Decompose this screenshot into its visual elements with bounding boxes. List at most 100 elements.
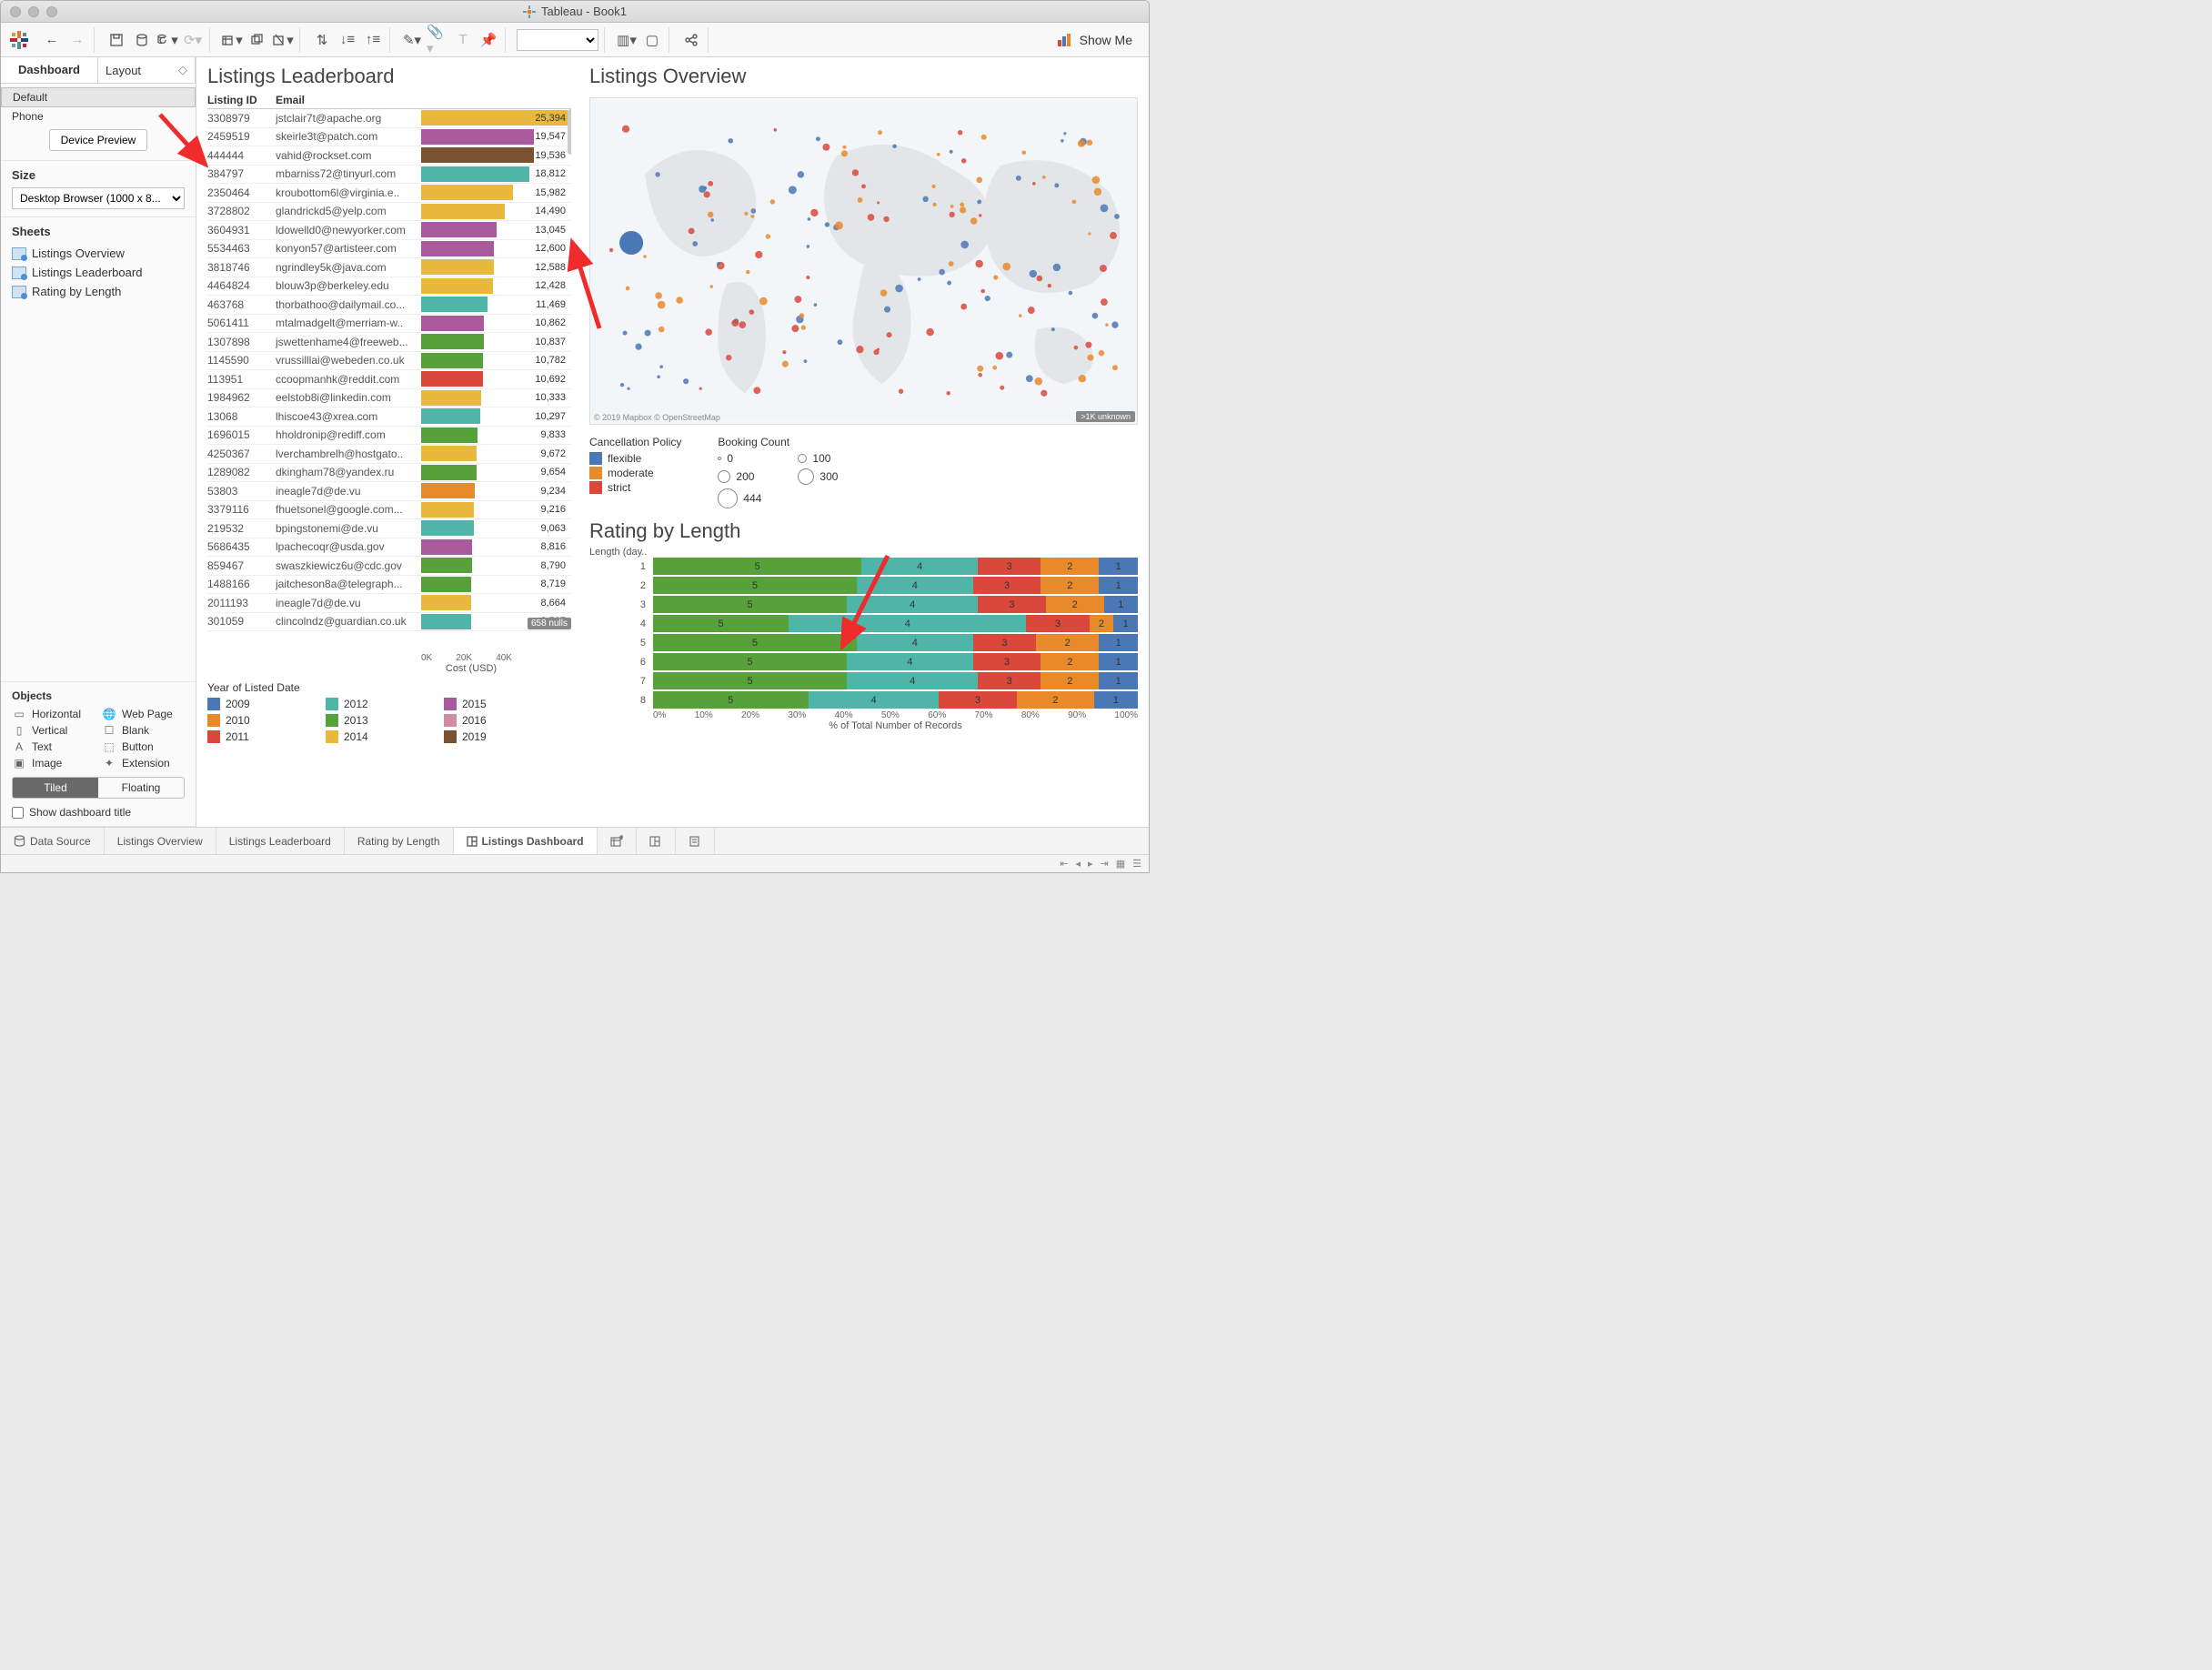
table-row[interactable]: 4250367lverchambrelh@hostgato..9,672 [207, 445, 571, 464]
table-row[interactable]: 3728802glandrickd5@yelp.com14,490 [207, 203, 571, 222]
table-row[interactable]: 301059clincolndz@guardian.co.uk8,597658 … [207, 613, 571, 632]
sheet-tab[interactable]: Rating by Length [345, 828, 454, 854]
forward-button[interactable]: → [66, 29, 88, 51]
sheet-tab[interactable]: Listings Overview [105, 828, 216, 854]
table-row[interactable]: 2459519skeirle3t@patch.com19,547 [207, 128, 571, 147]
legend-count-300[interactable]: 300 [798, 468, 838, 485]
legend-year-2010[interactable]: 2010 [207, 714, 317, 727]
nav-next-icon[interactable]: ▸ [1088, 858, 1093, 870]
legend-count-200[interactable]: 200 [718, 468, 761, 485]
back-button[interactable]: ← [41, 29, 63, 51]
view-filmstrip-icon[interactable]: ▦ [1116, 858, 1125, 870]
table-row[interactable]: 2350464kroubottom6l@virginia.e..15,982 [207, 184, 571, 203]
table-row[interactable]: 1145590vrussilllai@webeden.co.uk10,782 [207, 352, 571, 371]
table-row[interactable]: 53803ineagle7d@de.vu9,234 [207, 482, 571, 501]
table-row[interactable]: 3379116fhuetsonel@google.com...9,216 [207, 501, 571, 520]
legend-year-2009[interactable]: 2009 [207, 698, 317, 710]
maximize-icon[interactable] [46, 6, 57, 17]
table-row[interactable]: 5686435lpachecoqr@usda.gov8,816 [207, 538, 571, 558]
presentation-icon[interactable]: ▢ [641, 29, 663, 51]
table-row[interactable]: 1289082dkingham78@yandex.ru9,654 [207, 464, 571, 483]
sheet-item[interactable]: Rating by Length [12, 282, 185, 301]
rating-row[interactable]: 454321 [589, 615, 1138, 632]
legend-policy-moderate[interactable]: moderate [589, 467, 681, 479]
highlight-icon[interactable]: ✎▾ [401, 29, 423, 51]
tab-layout[interactable]: Layout◇ [98, 57, 196, 83]
duplicate-icon[interactable] [246, 29, 268, 51]
object-button[interactable]: ⬚Button [102, 740, 185, 753]
new-worksheet-tab[interactable]: + [598, 828, 637, 854]
device-default[interactable]: Default [1, 87, 196, 107]
show-title-checkbox[interactable]: Show dashboard title [12, 806, 185, 819]
legend-year-2016[interactable]: 2016 [444, 714, 553, 727]
rating-row[interactable]: 154321 [589, 558, 1138, 575]
object-vertical[interactable]: ▯Vertical [12, 724, 95, 737]
table-row[interactable]: 1488166jaitcheson8a@telegraph...8,719 [207, 576, 571, 595]
table-row[interactable]: 384797mbarniss72@tinyurl.com18,812 [207, 166, 571, 185]
new-story-tab[interactable] [676, 828, 715, 854]
size-selector[interactable]: Desktop Browser (1000 x 8... [12, 187, 185, 209]
rating-row[interactable]: 254321 [589, 577, 1138, 594]
table-row[interactable]: 444444vahid@rockset.com19,536 [207, 146, 571, 166]
object-text[interactable]: AText [12, 740, 95, 753]
col-email[interactable]: Email [276, 94, 421, 106]
table-row[interactable]: 3818746ngrindley5k@java.com12,588 [207, 258, 571, 277]
attach-icon[interactable]: 📎▾ [427, 29, 448, 51]
legend-policy-flexible[interactable]: flexible [589, 452, 681, 465]
table-row[interactable]: 463768thorbathoo@dailymail.co...11,469 [207, 296, 571, 315]
legend-count-100[interactable]: 100 [798, 452, 838, 465]
tiled-floating-toggle[interactable]: Tiled Floating [12, 777, 185, 799]
nav-first-icon[interactable]: ⇤ [1060, 858, 1068, 870]
rating-row[interactable]: 754321 [589, 672, 1138, 689]
table-row[interactable]: 2011193ineagle7d@de.vu8,664 [207, 594, 571, 613]
device-preview-button[interactable]: Device Preview [49, 129, 148, 151]
device-phone[interactable]: Phone [1, 107, 196, 126]
sheet-item[interactable]: Listings Overview [12, 244, 185, 263]
legend-count-0[interactable]: 0 [718, 452, 761, 465]
legend-year-2013[interactable]: 2013 [326, 714, 435, 727]
table-row[interactable]: 5061411mtalmadgelt@merriam-w..10,862 [207, 315, 571, 334]
show-me-button[interactable]: Show Me [1058, 33, 1141, 47]
table-row[interactable]: 3604931ldowelld0@newyorker.com13,045 [207, 221, 571, 240]
save-icon[interactable] [106, 29, 127, 51]
rating-row[interactable]: 654321 [589, 653, 1138, 670]
data-source-tab[interactable]: Data Source [1, 828, 105, 854]
object-extension[interactable]: ✦Extension [102, 757, 185, 770]
new-worksheet-icon[interactable]: ▾ [221, 29, 243, 51]
table-row[interactable]: 1984962eelstob8i@linkedin.com10,333 [207, 389, 571, 408]
show-cards-icon[interactable]: ▥▾ [616, 29, 638, 51]
new-dashboard-tab[interactable] [637, 828, 676, 854]
nav-last-icon[interactable]: ⇥ [1101, 858, 1109, 870]
refresh-data-icon[interactable]: ▾ [156, 29, 178, 51]
close-icon[interactable] [10, 6, 21, 17]
new-data-icon[interactable] [131, 29, 153, 51]
legend-count-444[interactable]: 444 [718, 488, 761, 508]
legend-year-2015[interactable]: 2015 [444, 698, 553, 710]
legend-year-2011[interactable]: 2011 [207, 730, 317, 743]
rating-row[interactable]: 354321 [589, 596, 1138, 613]
table-row[interactable]: 5534463konyon57@artisteer.com12,600 [207, 240, 571, 259]
rating-row[interactable]: 854321 [589, 691, 1138, 709]
sheet-item[interactable]: Listings Leaderboard [12, 263, 185, 282]
map-unknown-badge[interactable]: >1K unknown [1076, 411, 1135, 422]
table-row[interactable]: 13068lhiscoe43@xrea.com10,297 [207, 407, 571, 427]
minimize-icon[interactable] [28, 6, 39, 17]
legend-year-2014[interactable]: 2014 [326, 730, 435, 743]
rating-row[interactable]: 554321 [589, 634, 1138, 651]
tab-dashboard[interactable]: Dashboard [1, 57, 98, 83]
sheet-tab[interactable]: Listings Dashboard [454, 828, 598, 854]
table-row[interactable]: 1307898jswettenhame4@freeweb...10,837 [207, 333, 571, 352]
table-row[interactable]: 113951ccoopmanhk@reddit.com10,692 [207, 370, 571, 389]
table-row[interactable]: 859467swaszkiewicz6u@cdc.gov8,790 [207, 557, 571, 576]
fit-selector[interactable] [517, 29, 598, 51]
table-row[interactable]: 4464824blouw3p@berkeley.edu12,428 [207, 277, 571, 297]
legend-year-2019[interactable]: 2019 [444, 730, 553, 743]
table-row[interactable]: 3308979jstclair7t@apache.org25,394 [207, 109, 571, 128]
table-row[interactable]: 1696015hholdronip@rediff.com9,833 [207, 427, 571, 446]
sheet-tab[interactable]: Listings Leaderboard [216, 828, 345, 854]
clear-icon[interactable]: ▾ [272, 29, 294, 51]
object-horizontal[interactable]: ▭Horizontal [12, 708, 95, 720]
map-viz[interactable]: © 2019 Mapbox © OpenStreetMap >1K unknow… [589, 97, 1138, 425]
object-image[interactable]: ▣Image [12, 757, 95, 770]
object-blank[interactable]: ☐Blank [102, 724, 185, 737]
